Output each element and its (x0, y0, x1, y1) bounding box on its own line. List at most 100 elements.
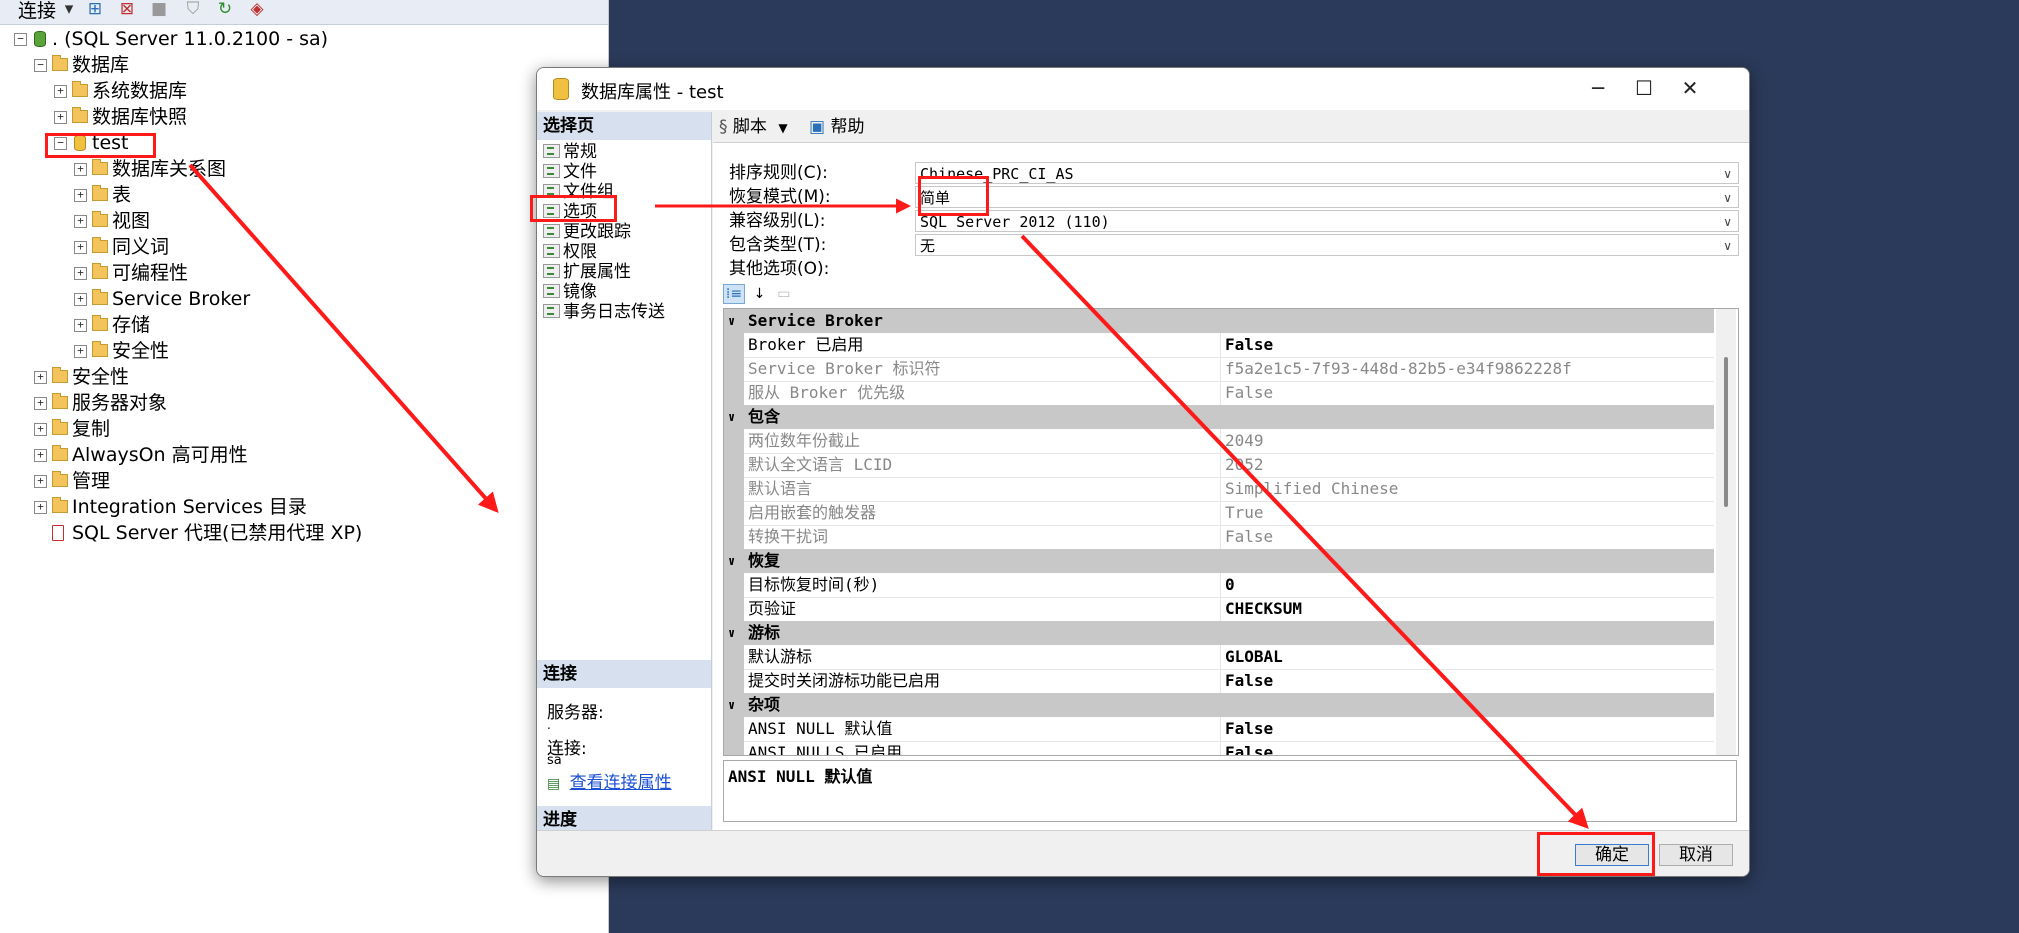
grid-row[interactable]: 页验证 CHECKSUM (724, 597, 1714, 622)
property-value[interactable]: 2049 (1220, 429, 1264, 453)
recovery-model-select[interactable]: 简单 ∨ (915, 186, 1739, 208)
category-cursor[interactable]: ∨ 游标 (724, 621, 1714, 645)
scrollbar-thumb[interactable] (1724, 357, 1728, 507)
expand-icon[interactable]: + (74, 293, 87, 306)
expand-icon[interactable]: + (34, 449, 47, 462)
grid-row[interactable]: Service Broker 标识符 f5a2e1c5-7f93-448d-82b… (724, 357, 1714, 382)
property-value[interactable]: GLOBAL (1220, 645, 1283, 669)
expand-icon[interactable]: + (74, 345, 87, 358)
connect-icon[interactable]: ⊞ (84, 0, 106, 20)
property-value[interactable]: 0 (1220, 573, 1235, 597)
collation-select[interactable]: Chinese_PRC_CI_AS ∨ (915, 162, 1739, 184)
page-icon (543, 244, 560, 258)
minimize-icon[interactable]: ─ (1575, 72, 1621, 104)
close-icon[interactable]: ✕ (1667, 72, 1713, 104)
grid-row[interactable]: 默认游标 GLOBAL (724, 645, 1714, 670)
property-value[interactable]: False (1220, 741, 1273, 755)
cancel-button[interactable]: 取消 (1659, 844, 1733, 866)
highlight-options-page (530, 195, 617, 222)
script-button[interactable]: § 脚本 ▼ (719, 112, 788, 143)
grid-row[interactable]: 服从 Broker 优先级 False (724, 381, 1714, 406)
expand-icon[interactable]: + (74, 163, 87, 176)
folder-icon (52, 55, 68, 71)
expand-icon[interactable]: + (74, 241, 87, 254)
expand-icon[interactable]: + (34, 501, 47, 514)
highlight-ok-button (1537, 832, 1655, 876)
grid-row[interactable]: 两位数年份截止 2049 (724, 429, 1714, 454)
folder-icon (92, 237, 108, 253)
collapse-icon[interactable]: − (34, 59, 47, 72)
folder-icon (92, 315, 108, 331)
expand-icon[interactable]: + (74, 267, 87, 280)
expand-icon[interactable]: + (34, 475, 47, 488)
property-value[interactable]: False (1220, 525, 1273, 549)
dropdown-arrow-icon[interactable]: ▾ (58, 0, 80, 20)
property-value[interactable]: Simplified Chinese (1220, 477, 1398, 501)
grid-scrollbar[interactable] (1716, 309, 1736, 755)
category-containment[interactable]: ∨ 包含 (724, 405, 1714, 429)
collapse-icon[interactable]: ∨ (728, 549, 735, 573)
property-pages-icon[interactable]: ▭ (774, 285, 794, 303)
compatibility-level-select[interactable]: SQL Server 2012 (110) ∨ (915, 210, 1739, 232)
view-connection-properties-link[interactable]: ▤ 查看连接属性 (547, 768, 672, 793)
sort-alpha-icon[interactable]: ↓ (749, 285, 769, 303)
connection-header: 连接 (537, 660, 711, 688)
expand-icon[interactable]: + (34, 397, 47, 410)
grid-row[interactable]: 默认语言 Simplified Chinese (724, 477, 1714, 502)
page-extended-properties[interactable]: 扩展属性 (543, 262, 631, 282)
row-gutter (724, 501, 744, 525)
expand-icon[interactable]: + (34, 423, 47, 436)
highlight-test-node (45, 133, 156, 158)
connect-dropdown[interactable]: 连接 (18, 0, 56, 23)
help-button[interactable]: ▣ 帮助 (809, 112, 864, 142)
disconnect-icon[interactable]: ⊠ (116, 0, 138, 20)
grid-row[interactable]: 默认全文语言 LCID 2052 (724, 453, 1714, 478)
property-value[interactable]: False (1220, 333, 1273, 357)
grid-row[interactable]: Broker 已启用 False (724, 333, 1714, 358)
collapse-icon[interactable]: ∨ (728, 405, 735, 429)
category-recovery[interactable]: ∨ 恢复 (724, 549, 1714, 573)
expand-icon[interactable]: + (54, 111, 67, 124)
chevron-down-icon: ∨ (1723, 239, 1732, 253)
collapse-icon[interactable]: ∨ (728, 693, 735, 717)
filter-icon[interactable]: ⛉ (182, 0, 204, 20)
categorized-icon[interactable]: ⁞≡ (723, 284, 745, 304)
property-value[interactable]: CHECKSUM (1220, 597, 1302, 621)
property-value[interactable]: True (1220, 501, 1264, 525)
page-log-shipping[interactable]: 事务日志传送 (543, 302, 665, 322)
expand-icon[interactable]: + (74, 189, 87, 202)
expand-icon[interactable]: + (34, 371, 47, 384)
grid-row[interactable]: 转换干扰词 False (724, 525, 1714, 550)
grid-row[interactable]: 目标恢复时间(秒) 0 (724, 573, 1714, 598)
property-value[interactable]: False (1220, 717, 1273, 741)
collapse-icon[interactable]: − (14, 33, 27, 46)
stop-icon[interactable]: ■ (148, 0, 170, 20)
activity-icon[interactable]: ◈ (246, 0, 268, 20)
collapse-icon[interactable]: ∨ (728, 621, 735, 645)
expand-icon[interactable]: + (74, 215, 87, 228)
page-general[interactable]: 常规 (543, 142, 597, 162)
property-value[interactable]: False (1220, 669, 1273, 693)
property-value[interactable]: False (1220, 381, 1273, 405)
grid-row[interactable]: ANSI NULL 默认值 False (724, 717, 1714, 742)
property-value[interactable]: f5a2e1c5-7f93-448d-82b5-e34f9862228f (1220, 357, 1572, 381)
containment-type-select[interactable]: 无 ∨ (915, 234, 1739, 256)
page-mirroring[interactable]: 镜像 (543, 282, 597, 302)
page-files[interactable]: 文件 (543, 162, 597, 182)
page-permissions[interactable]: 权限 (543, 242, 597, 262)
category-service-broker[interactable]: ∨ Service Broker (724, 309, 1714, 333)
expand-icon[interactable]: + (54, 85, 67, 98)
page-change-tracking[interactable]: 更改跟踪 (543, 222, 631, 242)
dropdown-arrow-icon[interactable]: ▼ (778, 121, 787, 135)
category-misc[interactable]: ∨ 杂项 (724, 693, 1714, 717)
property-value[interactable]: 2052 (1220, 453, 1264, 477)
grid-row[interactable]: 启用嵌套的触发器 True (724, 501, 1714, 526)
maximize-icon[interactable]: ☐ (1621, 72, 1667, 104)
refresh-icon[interactable]: ↻ (214, 0, 236, 20)
collapse-icon[interactable]: ∨ (728, 309, 735, 333)
category-label: Service Broker (748, 311, 883, 330)
grid-row[interactable]: 提交时关闭游标功能已启用 False (724, 669, 1714, 694)
grid-row[interactable]: ANSI NULLS 已启用 False (724, 741, 1714, 755)
expand-icon[interactable]: + (74, 319, 87, 332)
link-text[interactable]: 查看连接属性 (570, 773, 672, 793)
